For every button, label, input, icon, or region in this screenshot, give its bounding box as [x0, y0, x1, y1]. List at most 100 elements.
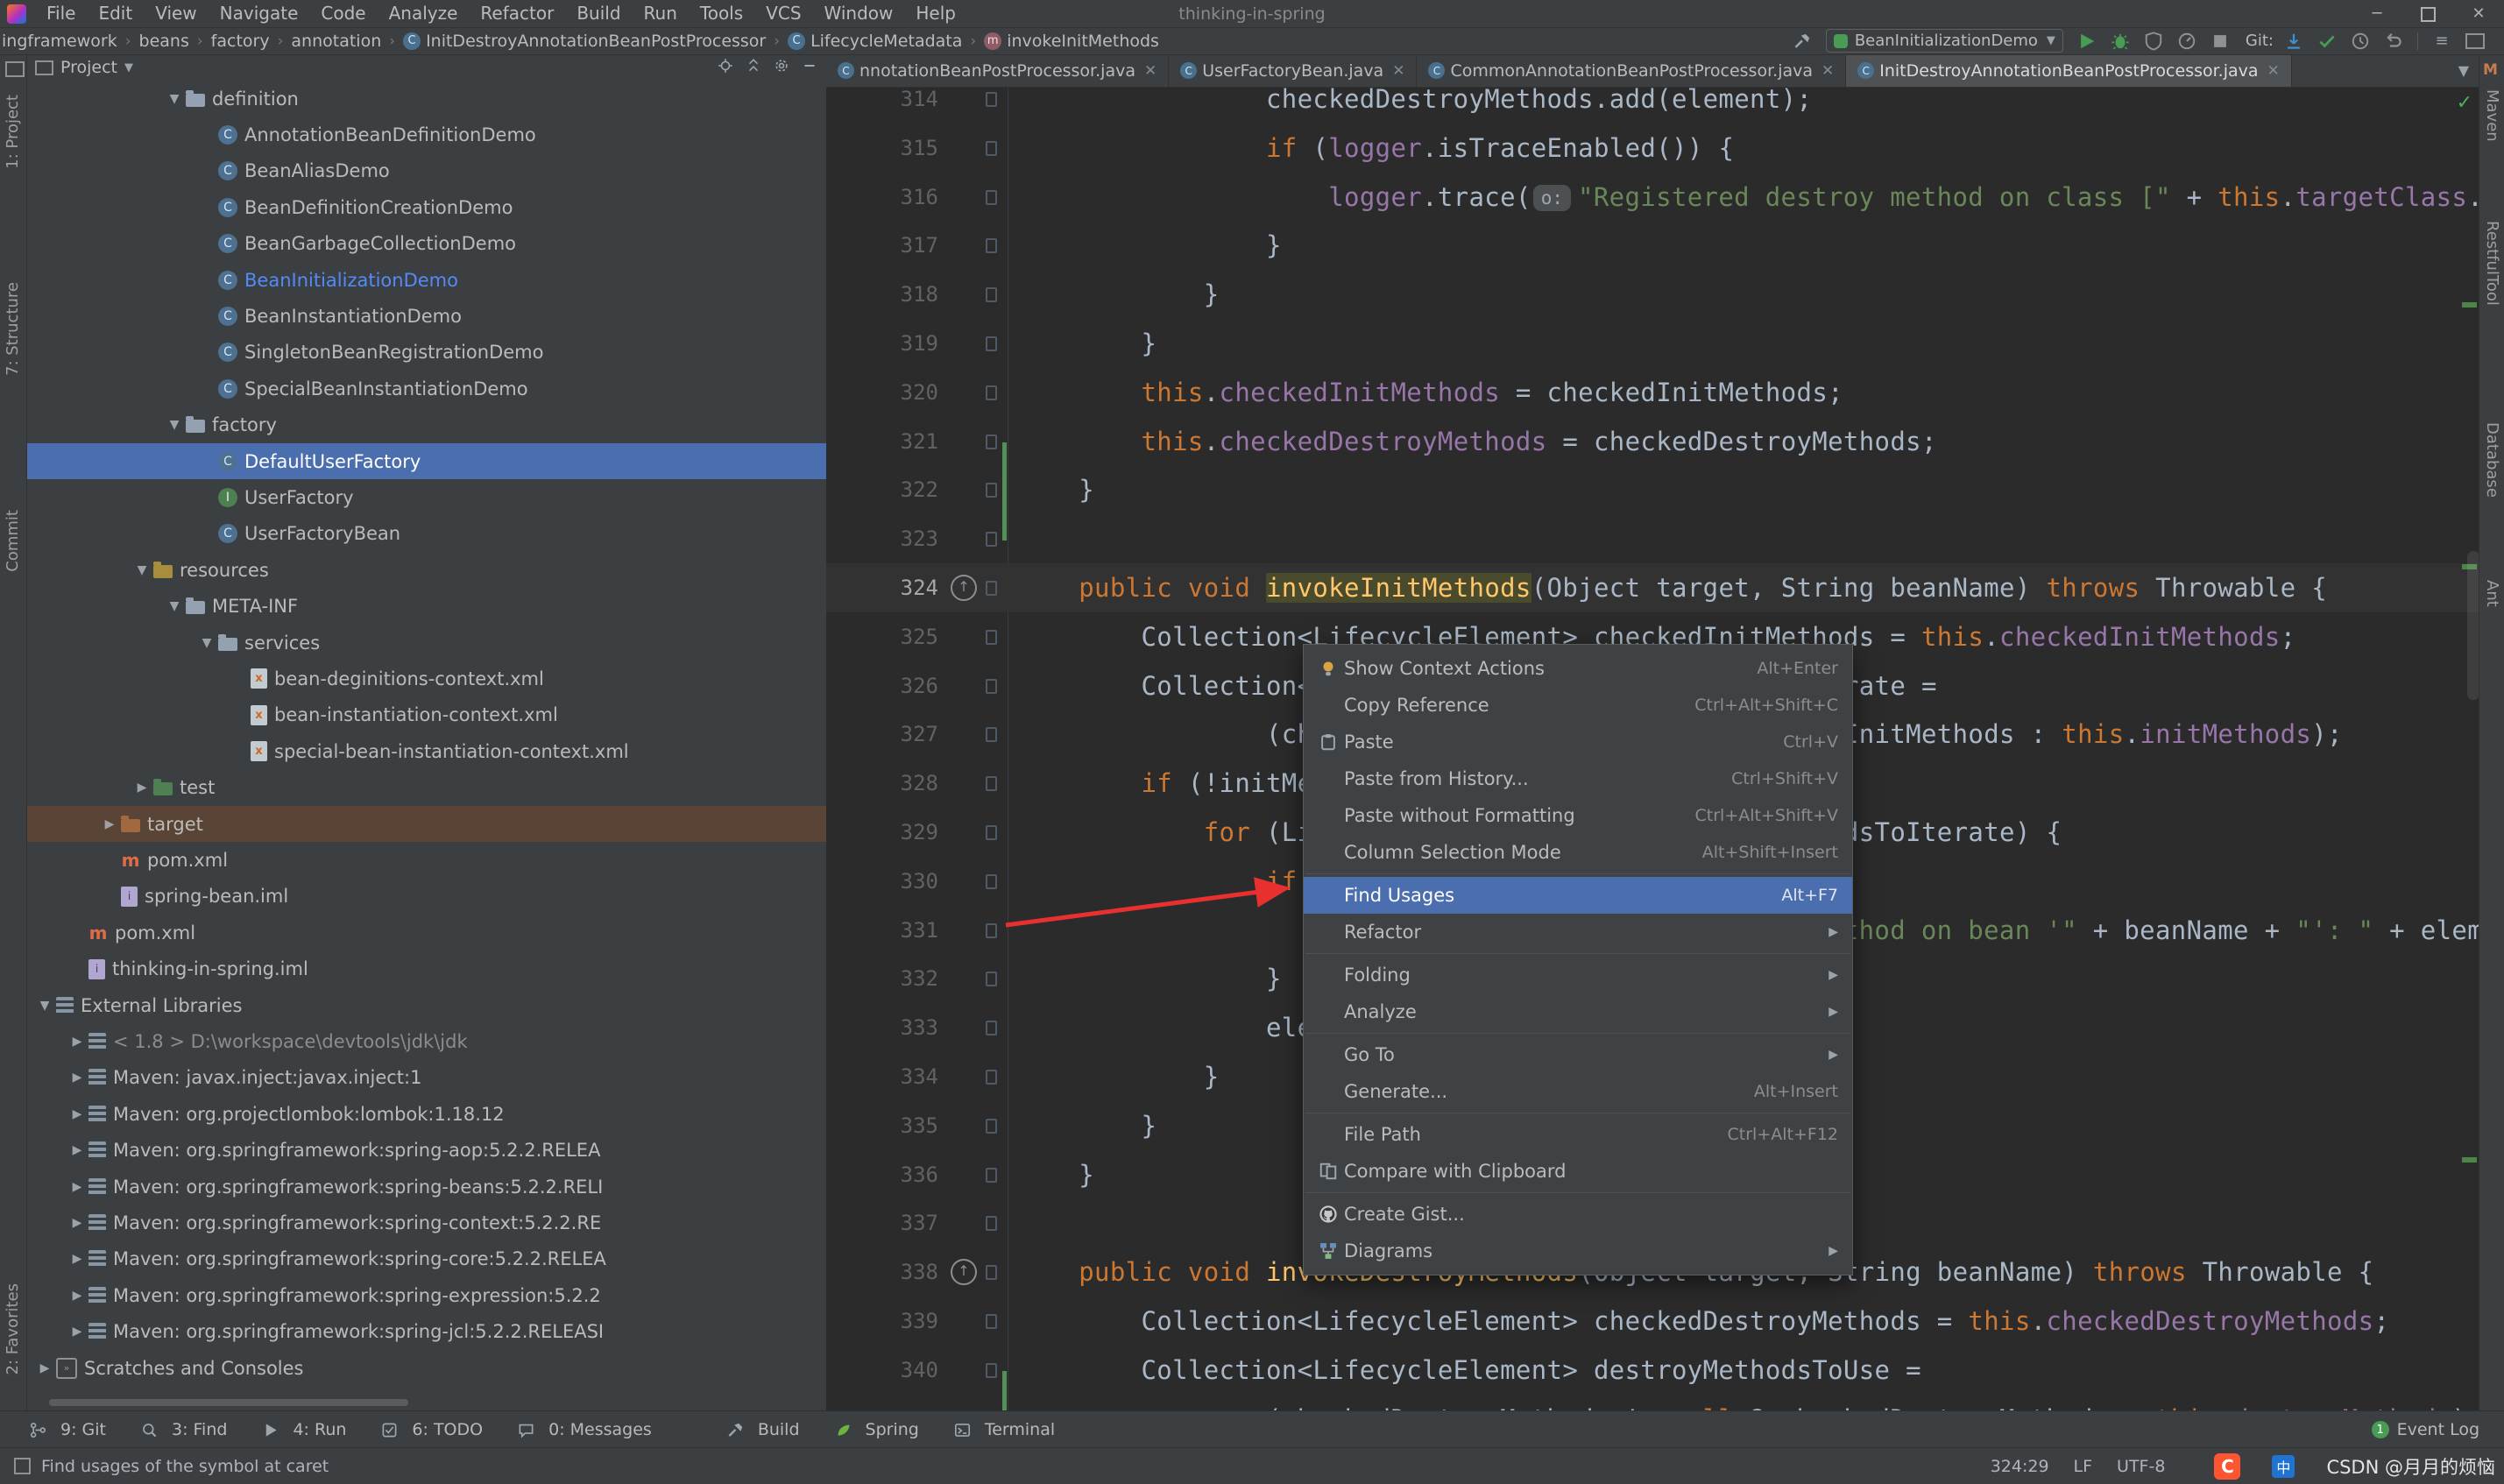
line-ending[interactable]: LF — [2074, 1457, 2093, 1476]
breadcrumb-item-invokeinitmethods[interactable]: minvokeInitMethods — [984, 32, 1159, 51]
close-icon[interactable]: ✕ — [2267, 62, 2280, 80]
locate-icon[interactable] — [718, 58, 733, 78]
tool-window-button-6-todo[interactable]: 6: TODO — [381, 1420, 483, 1439]
context-menu-item-show-context-actions[interactable]: Show Context ActionsAlt+Enter — [1304, 650, 1852, 687]
stop-icon[interactable] — [2210, 31, 2231, 52]
menu-file[interactable]: File — [35, 0, 87, 27]
update-project-icon[interactable] — [2283, 31, 2304, 52]
tool-button-7-structure[interactable]: 7: Structure — [4, 282, 22, 376]
editor-scrollbar[interactable] — [2467, 551, 2479, 700]
error-stripe-mark[interactable] — [2462, 1157, 2477, 1162]
context-menu-item-analyze[interactable]: Analyze▶ — [1304, 993, 1852, 1030]
minimize-button[interactable]: ─ — [2352, 0, 2402, 27]
error-stripe-mark[interactable] — [2462, 302, 2477, 307]
settings-icon[interactable] — [774, 58, 789, 78]
close-button[interactable]: ✕ — [2453, 0, 2504, 27]
context-menu-item-paste[interactable]: PasteCtrl+V — [1304, 724, 1852, 760]
tree-item-beanaliasdemo[interactable]: CBeanAliasDemo — [26, 153, 826, 189]
tree-item-thinking-in-spring-iml[interactable]: ithinking-in-spring.iml — [26, 951, 826, 987]
menu-build[interactable]: Build — [565, 0, 632, 27]
tab-userfactorybean-java[interactable]: CUserFactoryBean.java✕ — [1169, 54, 1417, 87]
tool-button-maven[interactable]: Maven — [2483, 89, 2501, 142]
tree-item-target[interactable]: ▶target — [26, 806, 826, 842]
run-config-combo[interactable]: BeanInitializationDemo ▼ — [1826, 29, 2063, 53]
tree-item-services[interactable]: ▼services — [26, 625, 826, 661]
tree-item-maven-org-springframework-spring-expression-5-2-2[interactable]: ▶Maven: org.springframework:spring-expre… — [26, 1277, 826, 1313]
line-number[interactable]: 340 — [826, 1346, 938, 1395]
tree-item-beandefinitioncreationdemo[interactable]: CBeanDefinitionCreationDemo — [26, 189, 826, 225]
code-line-317[interactable]: 317 } — [826, 221, 2479, 270]
menu-code[interactable]: Code — [309, 0, 377, 27]
tool-window-button-terminal[interactable]: Terminal — [954, 1420, 1055, 1439]
tree-item-spring-bean-iml[interactable]: ispring-bean.iml — [26, 879, 826, 915]
context-menu-item-diagrams[interactable]: Diagrams▶ — [1304, 1233, 1852, 1269]
tool-window-button-3-find[interactable]: 3: Find — [141, 1420, 227, 1439]
close-icon[interactable]: ✕ — [1392, 62, 1404, 80]
override-method-icon[interactable]: ↑ — [951, 575, 977, 601]
line-number[interactable]: 335 — [826, 1101, 938, 1150]
menu-analyze[interactable]: Analyze — [378, 0, 470, 27]
line-number[interactable]: 322 — [826, 465, 938, 514]
line-number[interactable]: 324 — [826, 563, 938, 612]
tree-item-beaninstantiationdemo[interactable]: CBeanInstantiationDemo — [26, 298, 826, 334]
tree-item-resources[interactable]: ▼resources — [26, 552, 826, 588]
code-line-318[interactable]: 318 } — [826, 270, 2479, 319]
tree-item-bean-instantiation-context-xml[interactable]: xbean-instantiation-context.xml — [26, 697, 826, 733]
close-icon[interactable]: ✕ — [1821, 62, 1834, 80]
code-line-323[interactable]: 323 — [826, 514, 2479, 563]
tool-window-button-9-git[interactable]: 9: Git — [30, 1420, 106, 1439]
tree-item-special-bean-instantiation-context-xml[interactable]: xspecial-bean-instantiation-context.xml — [26, 733, 826, 769]
hide-icon[interactable] — [802, 58, 817, 78]
line-number[interactable]: 337 — [826, 1198, 938, 1247]
tree-item-external-libraries[interactable]: ▼External Libraries — [26, 987, 826, 1023]
menu-run[interactable]: Run — [633, 0, 689, 27]
tool-window-button-spring[interactable]: Spring — [835, 1420, 919, 1439]
close-icon[interactable]: ✕ — [1144, 62, 1157, 80]
project-tool-icon[interactable] — [5, 61, 25, 77]
tab-commonannotationbeanpostprocessor-java[interactable]: CCommonAnnotationBeanPostProcessor.java✕ — [1417, 54, 1846, 87]
caret-position[interactable]: 324:29 — [1991, 1457, 2049, 1476]
tool-button-restfultool[interactable]: RestfulTool — [2483, 221, 2501, 306]
context-menu-item-find-usages[interactable]: Find UsagesAlt+F7 — [1304, 877, 1852, 914]
tool-window-button-build[interactable]: Build — [727, 1420, 800, 1439]
line-number[interactable]: 314 — [826, 87, 938, 124]
breadcrumb-item-annotation[interactable]: annotation — [291, 32, 381, 51]
tree-item-userfactory[interactable]: IUserFactory — [26, 479, 826, 515]
tree-item-beangarbagecollectiondemo[interactable]: CBeanGarbageCollectionDemo — [26, 226, 826, 262]
tree-item-defaultuserfactory[interactable]: CDefaultUserFactory — [26, 443, 826, 479]
menu-window[interactable]: Window — [813, 0, 905, 27]
context-menu-item-folding[interactable]: Folding▶ — [1304, 957, 1852, 993]
tree-item-beaninitializationdemo[interactable]: CBeanInitializationDemo — [26, 262, 826, 298]
tree-item-pom-xml[interactable]: mpom.xml — [26, 842, 826, 878]
line-number[interactable]: 320 — [826, 368, 938, 417]
tree-item-pom-xml[interactable]: mpom.xml — [26, 915, 826, 950]
menu-refactor[interactable]: Refactor — [469, 0, 565, 27]
line-number[interactable]: 331 — [826, 906, 938, 955]
line-number[interactable]: 326 — [826, 661, 938, 710]
menu-help[interactable]: Help — [904, 0, 967, 27]
line-number[interactable]: 336 — [826, 1150, 938, 1199]
inspections-ok-icon[interactable]: ✓ — [2457, 92, 2472, 114]
search-everywhere-icon[interactable]: ≡ — [2431, 31, 2452, 52]
line-number[interactable]: 319 — [826, 319, 938, 368]
menu-tools[interactable]: Tools — [689, 0, 754, 27]
tree-item-maven-javax-inject-javax-inject-1[interactable]: ▶Maven: javax.inject:javax.inject:1 — [26, 1060, 826, 1096]
tree-item-specialbeaninstantiationdemo[interactable]: CSpecialBeanInstantiationDemo — [26, 371, 826, 406]
context-menu-item-paste-from-history[interactable]: Paste from History...Ctrl+Shift+V — [1304, 760, 1852, 797]
profiler-icon[interactable] — [2176, 31, 2197, 52]
menu-edit[interactable]: Edit — [87, 0, 144, 27]
menu-navigate[interactable]: Navigate — [209, 0, 310, 27]
line-number[interactable]: 341 — [826, 1395, 938, 1410]
line-number[interactable]: 329 — [826, 808, 938, 857]
line-number[interactable]: 317 — [826, 221, 938, 270]
line-number[interactable]: 321 — [826, 417, 938, 466]
line-number[interactable]: 339 — [826, 1297, 938, 1346]
line-number[interactable]: 334 — [826, 1052, 938, 1101]
context-menu-item-paste-without-formatting[interactable]: Paste without FormattingCtrl+Alt+Shift+V — [1304, 797, 1852, 834]
code-line-321[interactable]: 321 this.checkedDestroyMethods = checked… — [826, 417, 2479, 466]
menu-view[interactable]: View — [144, 0, 208, 27]
tool-window-button-0-messages[interactable]: 0: Messages — [518, 1420, 652, 1439]
code-line-340[interactable]: 340 Collection<LifecycleElement> destroy… — [826, 1346, 2479, 1395]
context-menu-item-go-to[interactable]: Go To▶ — [1304, 1036, 1852, 1073]
collapse-all-icon[interactable] — [746, 58, 761, 78]
